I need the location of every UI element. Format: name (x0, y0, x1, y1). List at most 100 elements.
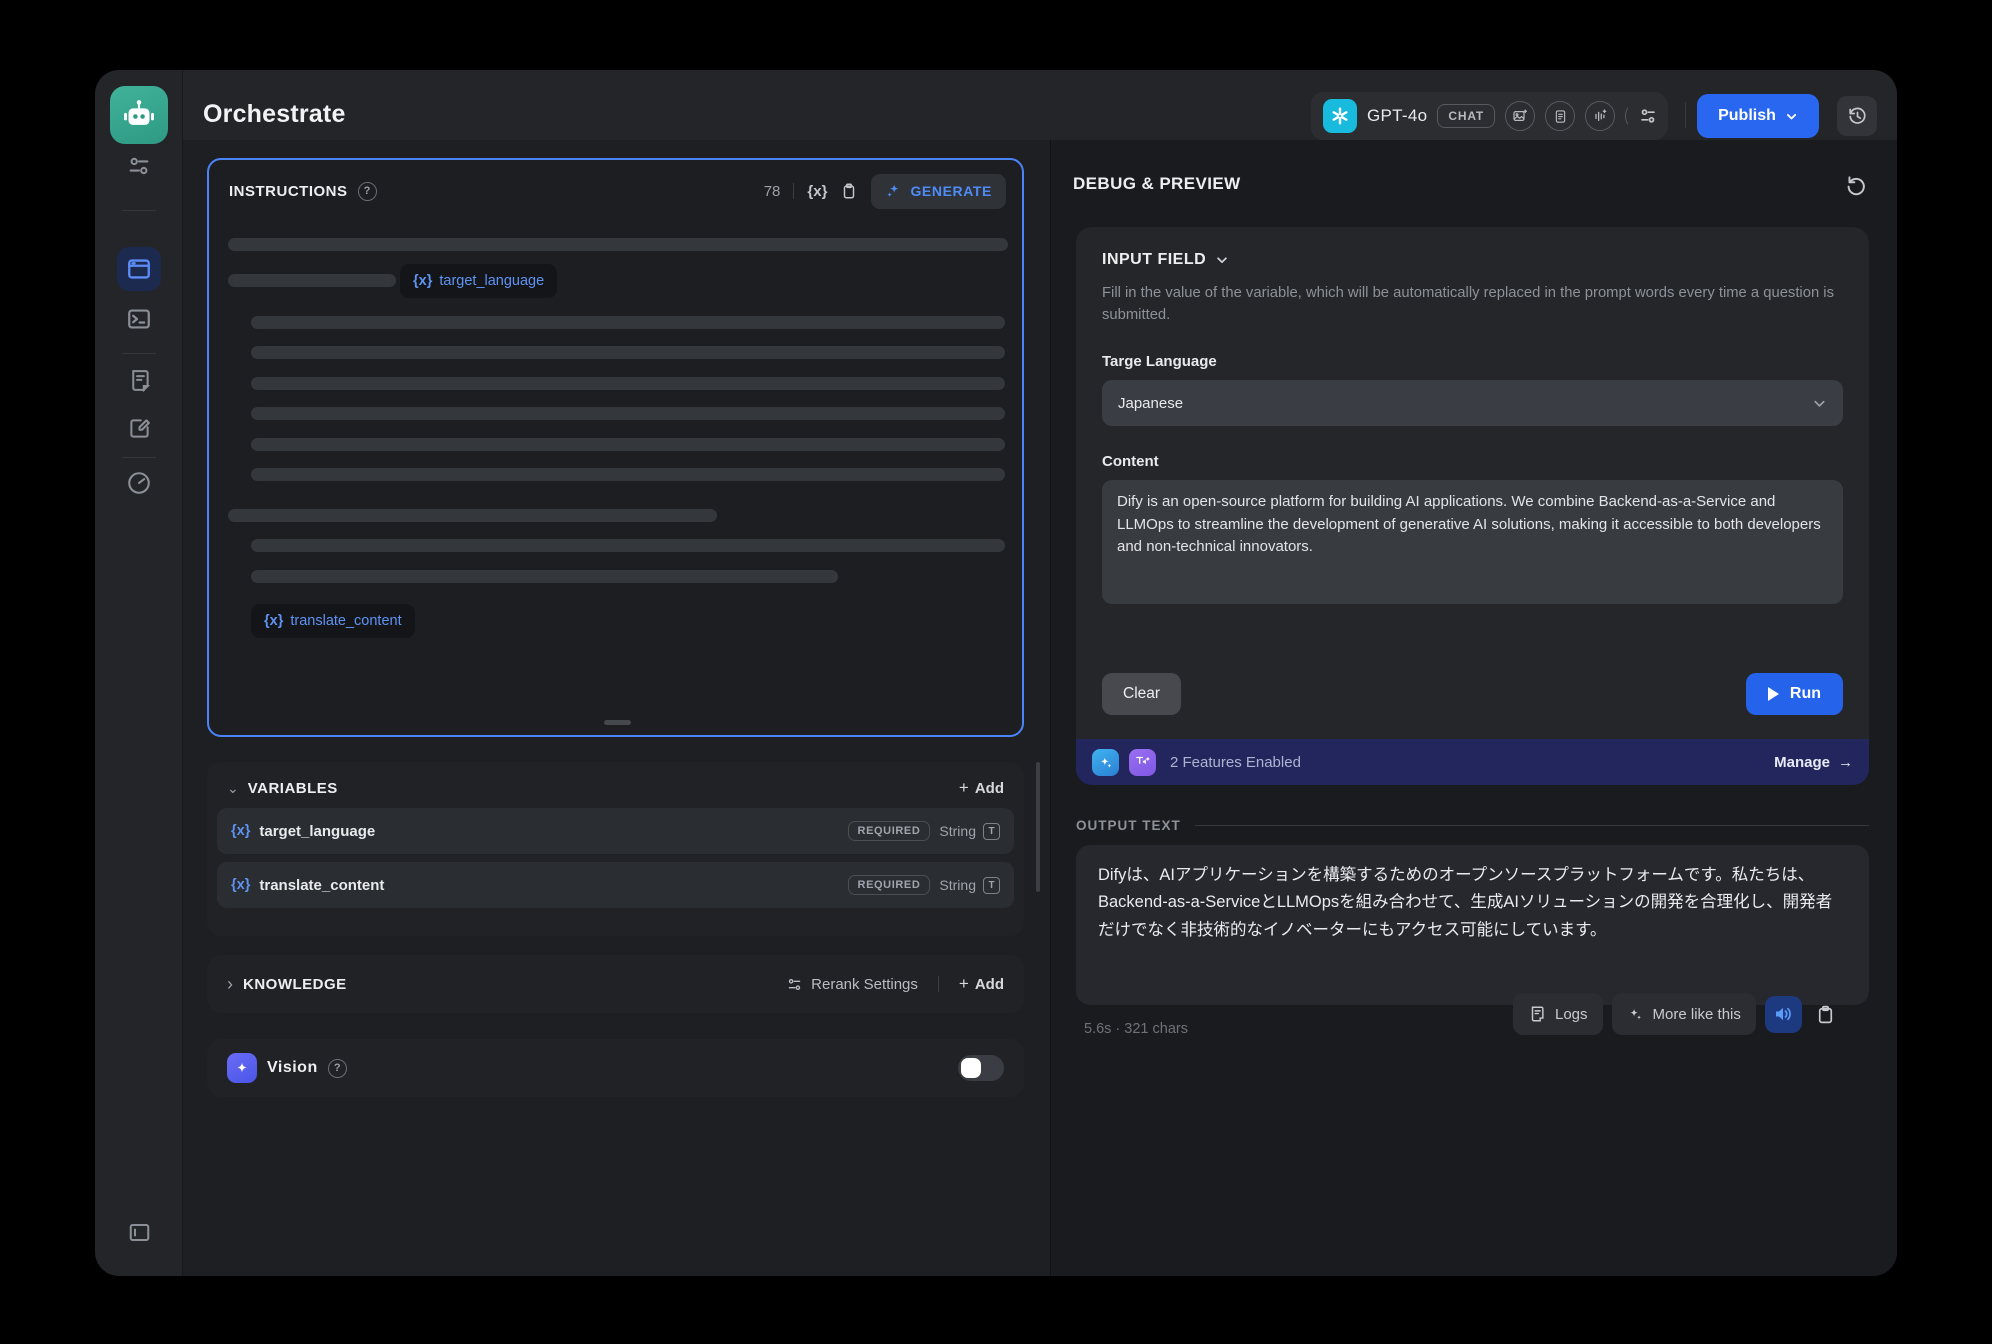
preferences-sliders-icon[interactable] (95, 154, 183, 178)
gauge-icon (126, 470, 152, 496)
reset-debug-button[interactable] (1841, 170, 1871, 200)
model-parameters-button[interactable] (1628, 96, 1668, 136)
chevron-down-icon[interactable] (1215, 253, 1229, 267)
chevron-right-icon[interactable]: › (227, 974, 233, 995)
publish-label: Publish (1718, 107, 1776, 125)
logs-label: Logs (1555, 1006, 1588, 1023)
content-field-label: Content (1102, 453, 1843, 470)
document-list-icon (127, 368, 152, 393)
output-text-label: OUTPUT TEXT (1076, 818, 1181, 833)
add-label: Add (975, 780, 1004, 797)
copy-icon[interactable] (840, 182, 858, 200)
skeleton-line (228, 274, 396, 287)
skeleton-line (251, 539, 1005, 552)
target-language-select[interactable]: Japanese (1102, 380, 1843, 426)
sidebar-item-annotation[interactable] (95, 416, 183, 441)
variable-glyph: {x} (231, 823, 250, 839)
instructions-header: INSTRUCTIONS ? 78 {x} (209, 160, 1022, 222)
page-title: Orchestrate (203, 100, 346, 129)
publish-button[interactable]: Publish (1697, 94, 1819, 138)
sidebar-item-logs[interactable] (95, 368, 183, 393)
sidebar-item-monitoring[interactable] (95, 470, 183, 496)
prompt-column: INSTRUCTIONS ? 78 {x} (183, 140, 1050, 1276)
chevron-down-icon (1785, 110, 1798, 123)
scrollbar-thumb[interactable] (1036, 762, 1040, 892)
variable-type[interactable]: String T (939, 823, 1000, 840)
skeleton-line (251, 346, 1005, 359)
type-label: String (939, 823, 976, 839)
variable-row-target-language[interactable]: {x} target_language REQUIRED String T (217, 808, 1014, 854)
rail-divider (122, 210, 156, 211)
terminal-icon (126, 306, 152, 332)
logs-button[interactable]: Logs (1513, 993, 1603, 1035)
vision-icon (227, 1053, 257, 1083)
history-button[interactable] (1837, 96, 1877, 136)
features-banner[interactable]: 2 Features Enabled Manage → (1076, 739, 1869, 785)
audio-capability-icon (1585, 101, 1615, 131)
char-count: 78 (764, 183, 781, 200)
string-type-icon: T (983, 877, 1000, 894)
editor-resize-handle[interactable] (604, 720, 631, 725)
type-label: String (939, 877, 976, 893)
skeleton-line (251, 377, 1005, 390)
manage-features-button[interactable]: Manage → (1774, 754, 1853, 771)
refresh-icon (1844, 173, 1868, 197)
add-knowledge-button[interactable]: + Add (959, 974, 1004, 994)
help-icon[interactable]: ? (358, 182, 377, 201)
clear-label: Clear (1123, 685, 1160, 703)
history-icon (1846, 105, 1868, 127)
image-capability-icon (1505, 101, 1535, 131)
string-type-icon: T (983, 823, 1000, 840)
run-label: Run (1790, 685, 1821, 703)
variable-name: translate_content (259, 877, 384, 894)
plus-icon: + (959, 778, 969, 798)
screen: Orchestrate GPT-4o CHAT (0, 0, 1992, 1344)
chevron-down-icon[interactable]: ⌄ (227, 780, 239, 797)
help-icon[interactable]: ? (328, 1059, 347, 1078)
more-like-this-button[interactable]: More like this (1612, 993, 1756, 1035)
model-selector[interactable]: GPT-4o CHAT (1311, 92, 1667, 140)
skeleton-line (228, 238, 1008, 251)
variable-chip-target-language[interactable]: {x} target_language (400, 264, 557, 298)
clear-button[interactable]: Clear (1102, 673, 1181, 715)
instructions-editor[interactable]: INSTRUCTIONS ? 78 {x} (207, 158, 1024, 737)
app-logo[interactable] (110, 86, 168, 144)
window-icon (126, 256, 152, 282)
play-audio-button[interactable] (1765, 996, 1802, 1033)
variables-title: VARIABLES (248, 780, 338, 797)
collapse-panel-icon[interactable] (95, 1220, 183, 1245)
variable-chip-translate-content[interactable]: {x} translate_content (251, 604, 415, 638)
variable-name: target_language (259, 823, 375, 840)
variable-type[interactable]: String T (939, 877, 1000, 894)
clipboard-icon (1815, 1004, 1836, 1025)
content-textarea[interactable]: Dify is an open-source platform for buil… (1102, 480, 1843, 604)
variable-chip-label: translate_content (290, 613, 401, 629)
vision-toggle[interactable] (958, 1055, 1004, 1081)
skeleton-line (251, 407, 1005, 420)
document-capability-icon (1545, 101, 1575, 131)
output-text-header: OUTPUT TEXT (1076, 818, 1869, 833)
run-button[interactable]: Run (1746, 673, 1843, 715)
output-actions: Logs More like this (1513, 993, 1841, 1035)
required-badge: REQUIRED (848, 875, 931, 895)
rail-divider (122, 457, 156, 458)
sidebar-item-orchestrate[interactable] (117, 247, 161, 291)
output-text-box: Difyは、AIアプリケーションを構築するためのオープンソースプラットフォームで… (1076, 845, 1869, 1005)
add-variable-button[interactable]: + Add (959, 778, 1004, 798)
copy-output-button[interactable] (1811, 999, 1841, 1029)
variable-glyph: {x} (413, 273, 432, 289)
toolbar-divider (793, 183, 794, 199)
insert-variable-icon[interactable]: {x} (807, 183, 827, 200)
chevron-down-icon (1812, 396, 1827, 411)
sliders-icon (786, 976, 803, 993)
text-to-speech-icon (1129, 749, 1156, 776)
edit-icon (127, 416, 152, 441)
sidebar-item-terminal[interactable] (95, 306, 183, 332)
play-icon (1768, 687, 1779, 701)
variable-row-translate-content[interactable]: {x} translate_content REQUIRED String T (217, 862, 1014, 908)
generate-button[interactable]: GENERATE (871, 174, 1006, 209)
rerank-settings-button[interactable]: Rerank Settings (786, 976, 918, 993)
variable-chip-label: target_language (439, 273, 544, 289)
robot-icon (121, 97, 157, 133)
required-badge: REQUIRED (848, 821, 931, 841)
